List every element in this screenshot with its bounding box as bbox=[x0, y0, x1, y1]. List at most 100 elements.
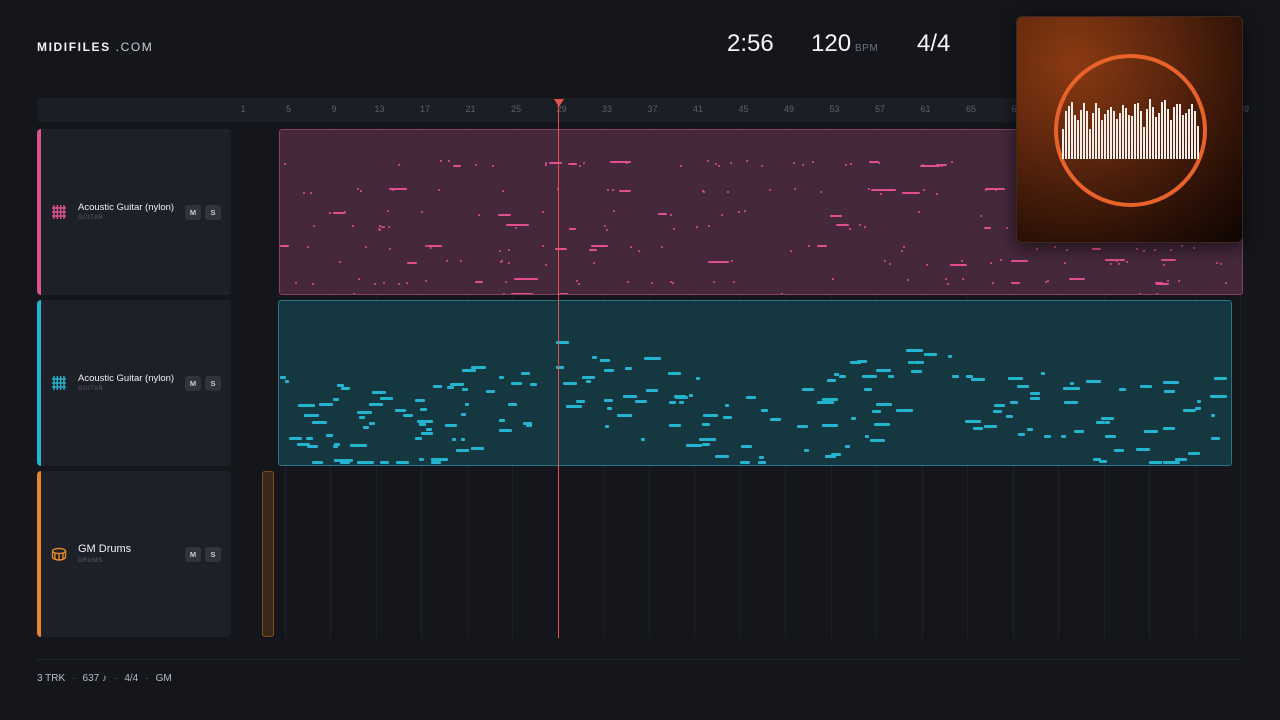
midi-note bbox=[284, 163, 286, 165]
midi-note bbox=[661, 246, 663, 248]
midi-note bbox=[506, 224, 529, 226]
midi-note bbox=[508, 403, 517, 406]
midi-note bbox=[1143, 250, 1145, 252]
midi-note bbox=[566, 405, 582, 408]
midi-note bbox=[781, 293, 783, 294]
track-header-guitar-1[interactable]: Acoustic Guitar (nylon) GUITAR M S bbox=[37, 129, 231, 295]
midi-note bbox=[952, 375, 959, 378]
mute-button[interactable]: M bbox=[185, 547, 201, 562]
midi-note bbox=[1211, 414, 1215, 417]
midi-note bbox=[746, 160, 748, 162]
midi-note bbox=[635, 400, 647, 403]
waveform-bar bbox=[1152, 107, 1154, 159]
brand-logo[interactable]: MIDIFILES .COM bbox=[37, 40, 153, 54]
midi-note bbox=[907, 279, 909, 281]
note-count: 637 ♪ bbox=[82, 673, 107, 684]
track-color-accent bbox=[37, 300, 41, 466]
solo-button[interactable]: S bbox=[205, 205, 221, 220]
midi-note bbox=[817, 245, 827, 247]
midi-note bbox=[675, 396, 688, 399]
midi-note bbox=[820, 191, 822, 193]
solo-button[interactable]: S bbox=[205, 547, 221, 562]
guitar-grid-icon bbox=[52, 205, 66, 219]
midi-note bbox=[617, 414, 632, 417]
midi-note bbox=[830, 215, 842, 217]
midi-note bbox=[936, 193, 938, 195]
midi-note bbox=[994, 404, 1005, 407]
midi-note bbox=[319, 403, 333, 406]
midi-note bbox=[1119, 388, 1126, 391]
midi-note bbox=[851, 417, 856, 420]
midi-note bbox=[812, 161, 814, 163]
midi-note bbox=[619, 190, 631, 192]
waveform-bar bbox=[1119, 113, 1121, 159]
midi-note bbox=[1220, 263, 1222, 265]
midi-note bbox=[406, 282, 408, 284]
midi-note bbox=[1045, 281, 1047, 283]
midi-note bbox=[471, 447, 484, 450]
midi-note bbox=[1011, 282, 1020, 284]
midi-clip-guitar-2[interactable] bbox=[278, 300, 1232, 466]
midi-note bbox=[389, 248, 391, 250]
midi-note bbox=[389, 188, 407, 190]
track-header-guitar-2[interactable]: Acoustic Guitar (nylon) GUITAR M S bbox=[37, 300, 231, 466]
midi-note bbox=[380, 461, 389, 464]
midi-note bbox=[303, 192, 305, 194]
midi-note bbox=[941, 165, 943, 167]
waveform-bar bbox=[1176, 104, 1178, 159]
midi-note bbox=[1161, 259, 1176, 261]
midi-note bbox=[1044, 435, 1051, 438]
midi-note bbox=[576, 280, 578, 282]
midi-note bbox=[992, 282, 994, 284]
midi-note bbox=[862, 375, 877, 378]
midi-note bbox=[914, 361, 924, 364]
footer-time-signature: 4/4 bbox=[124, 673, 139, 684]
midi-note bbox=[1069, 278, 1085, 280]
solo-button[interactable]: S bbox=[205, 376, 221, 391]
midi-note bbox=[876, 403, 892, 406]
midi-note bbox=[498, 214, 511, 216]
midi-note bbox=[1105, 259, 1125, 261]
waveform-bar bbox=[1122, 105, 1124, 159]
midi-standard: GM bbox=[155, 673, 172, 684]
midi-note bbox=[582, 376, 595, 379]
midi-note bbox=[850, 163, 852, 165]
midi-note bbox=[1027, 428, 1033, 431]
midi-note bbox=[1136, 248, 1138, 250]
midi-note bbox=[902, 192, 920, 194]
midi-note bbox=[1165, 259, 1167, 261]
midi-note bbox=[526, 424, 532, 427]
midi-note bbox=[984, 227, 991, 229]
midi-note bbox=[339, 261, 341, 263]
midi-note bbox=[1211, 437, 1220, 440]
midi-note bbox=[971, 378, 985, 381]
track-header-drums[interactable]: GM Drums DRUMS M S bbox=[37, 471, 231, 637]
waveform-bar bbox=[1086, 111, 1088, 159]
midi-clip-drums[interactable] bbox=[262, 471, 274, 637]
mute-button[interactable]: M bbox=[185, 376, 201, 391]
midi-note bbox=[289, 437, 302, 440]
mute-button[interactable]: M bbox=[185, 205, 201, 220]
playhead-handle[interactable] bbox=[554, 99, 564, 107]
midi-note bbox=[357, 188, 359, 190]
waveform-bar bbox=[1194, 111, 1196, 159]
midi-note bbox=[1164, 390, 1175, 393]
midi-note bbox=[889, 263, 891, 265]
waveform-bar bbox=[1179, 104, 1181, 159]
midi-note bbox=[680, 165, 682, 167]
midi-note bbox=[679, 401, 684, 404]
midi-note bbox=[1197, 400, 1201, 403]
midi-note bbox=[1167, 280, 1169, 282]
midi-note bbox=[576, 400, 585, 403]
midi-note bbox=[379, 229, 381, 231]
midi-note bbox=[280, 245, 289, 247]
midi-note bbox=[592, 356, 597, 359]
midi-note bbox=[604, 225, 606, 227]
playhead-line[interactable] bbox=[558, 100, 559, 638]
midi-note bbox=[1101, 417, 1114, 420]
midi-note bbox=[586, 380, 591, 383]
waveform-bar bbox=[1095, 103, 1097, 159]
midi-note bbox=[1136, 448, 1150, 451]
midi-note bbox=[888, 375, 894, 378]
waveform-bar bbox=[1128, 115, 1130, 159]
